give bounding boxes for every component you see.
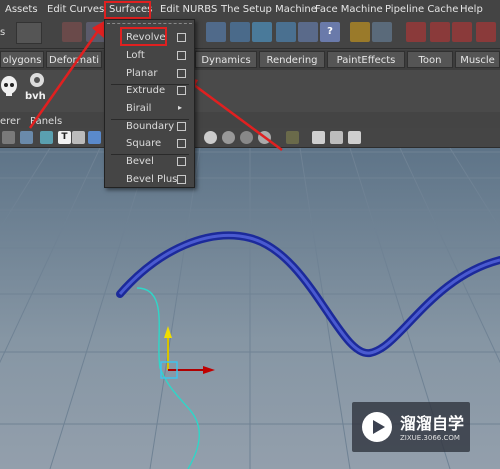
bevel-plus-label: Bevel Plus [126, 174, 178, 185]
loft-label: Loft [126, 50, 145, 61]
menu-item-bevel[interactable]: Bevel [105, 153, 194, 171]
boundary-option-box[interactable] [177, 122, 186, 131]
revolve-highlight-box [120, 27, 167, 46]
annotation-arrows [28, 20, 283, 152]
loft-option-box[interactable] [177, 51, 186, 60]
submenu-arrow-icon: ▸ [178, 103, 183, 112]
play-logo-icon [362, 412, 392, 442]
menu-item-boundary[interactable]: Boundary [105, 118, 194, 136]
bevel-option-box[interactable] [177, 157, 186, 166]
square-option-box[interactable] [177, 139, 186, 148]
menu-item-bevel-plus[interactable]: Bevel Plus [105, 171, 194, 189]
watermark-title: 溜溜自学 [400, 414, 465, 433]
square-label: Square [126, 138, 162, 149]
watermark-url: ZIXUE.3066.COM [400, 434, 460, 442]
extrude-option-box[interactable] [177, 86, 186, 95]
menu-item-loft[interactable]: Loft [105, 47, 194, 65]
bevel-plus-option-box[interactable] [177, 175, 186, 184]
menu-item-planar[interactable]: Planar [105, 65, 194, 83]
watermark-badge: 溜溜自学 ZIXUE.3066.COM [352, 402, 470, 452]
birail-label: Birail [126, 103, 152, 114]
menu-item-square[interactable]: Square [105, 135, 194, 153]
bevel-label: Bevel [126, 156, 154, 167]
extrude-label: Extrude [126, 85, 166, 96]
planar-option-box[interactable] [177, 69, 186, 78]
boundary-label: Boundary [126, 121, 175, 132]
menu-item-extrude[interactable]: Extrude [105, 82, 194, 100]
menu-item-birail[interactable]: Birail ▸ [105, 100, 194, 118]
planar-label: Planar [126, 68, 158, 79]
revolve-option-box[interactable] [177, 33, 186, 42]
